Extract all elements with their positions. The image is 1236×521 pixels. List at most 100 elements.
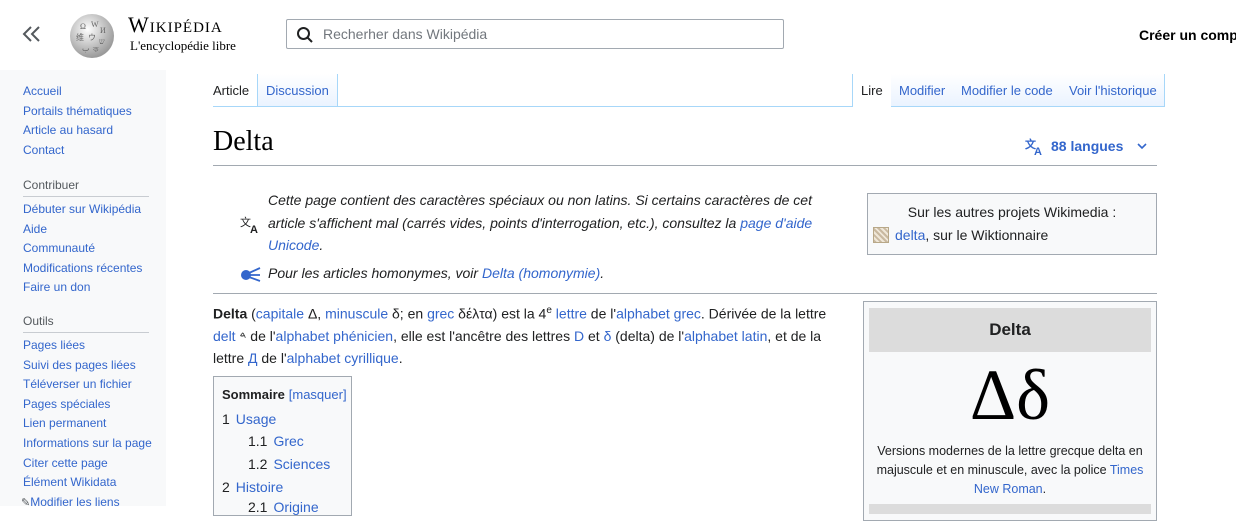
sidebar-item-modifications[interactable]: Modifications récentes <box>23 259 142 279</box>
link-alphabet-phenicien[interactable]: alphabet phénicien <box>276 328 394 344</box>
toc-item[interactable]: 1.1 Grec <box>248 433 304 449</box>
infobox-caption: Versions modernes de la lettre grecque d… <box>870 442 1150 499</box>
chevron-down-icon <box>1137 143 1147 150</box>
svg-text:A: A <box>250 224 258 234</box>
homonym-end: . <box>600 265 605 281</box>
sidebar-item-portails[interactable]: Portails thématiques <box>23 102 132 122</box>
intro-text: δ; en <box>388 305 428 322</box>
toc-item[interactable]: 1 Usage <box>222 411 276 427</box>
sidebar-item-suivi[interactable]: Suivi des pages liées <box>23 356 152 376</box>
tab-history[interactable]: Voir l'historique <box>1061 74 1165 106</box>
link-capitale[interactable]: capitale <box>256 306 304 322</box>
toc-item-number: 1.2 <box>248 456 268 472</box>
intro-text: lettre <box>213 350 249 367</box>
search-box[interactable] <box>286 19 784 49</box>
sidebar-item-informations[interactable]: Informations sur la page <box>23 434 152 454</box>
toc-item-label: Origine <box>273 499 319 515</box>
sidebar-item-hasard[interactable]: Article au hasard <box>23 121 132 141</box>
sidebar-item-citer[interactable]: Citer cette page <box>23 454 152 474</box>
link-lettre[interactable]: lettre <box>556 306 587 322</box>
sidebar-item-televerser[interactable]: Téléverser un fichier <box>23 375 152 395</box>
link-de-cyrillique[interactable]: Д <box>248 350 257 366</box>
tab-discussion[interactable]: Discussion <box>257 74 338 106</box>
special-chars-notice: Cette page contient des caractères spéci… <box>268 189 828 257</box>
search-input[interactable] <box>323 23 773 45</box>
svg-text:ウ: ウ <box>88 33 96 42</box>
sidebar-item-permanent[interactable]: Lien permanent <box>23 414 152 434</box>
tab-edit-code[interactable]: Modifier le code <box>953 74 1062 106</box>
tab-article[interactable]: Article <box>205 74 257 106</box>
translate-icon: 文A <box>1025 137 1042 158</box>
sidebar-item-wikidata[interactable]: Élément Wikidata <box>23 473 152 493</box>
svg-text:A: A <box>1034 146 1042 156</box>
toc-item-number: 1.1 <box>248 433 268 449</box>
intro-text: ( <box>247 305 256 322</box>
unicode-translate-icon: 文A <box>240 214 262 239</box>
sidebar-collapse-icon[interactable] <box>20 22 44 46</box>
sidebar-item-accueil[interactable]: Accueil <box>23 82 132 102</box>
sidebar: Accueil Portails thématiques Article au … <box>0 70 166 509</box>
svg-text:И: И <box>100 26 106 35</box>
link-alphabet-latin[interactable]: alphabet latin <box>684 328 767 344</box>
intro-text: , elle est l'ancêtre des lettres <box>393 327 574 344</box>
toc-item-label: Grec <box>273 433 304 449</box>
wordmark-title: Wikipédia <box>128 12 223 37</box>
wordmark[interactable]: Wikipédia L'encyclopédie libre <box>128 12 236 54</box>
link-grec[interactable]: grec <box>427 306 454 322</box>
toc-item[interactable]: 1.2 Sciences <box>248 456 330 472</box>
language-selector[interactable]: 文 A 88 langues <box>1025 136 1155 158</box>
toc-item-number: 2 <box>222 479 230 495</box>
tab-edit[interactable]: Modifier <box>891 74 955 106</box>
svg-text:ক: ক <box>92 45 99 54</box>
intro-text: , et de la <box>767 327 822 344</box>
infobox-glyphs: Δδ <box>969 355 1051 435</box>
tab-read[interactable]: Lire <box>852 74 892 107</box>
wiktionary-entry: delta, sur le Wiktionnaire <box>873 227 1048 243</box>
pencil-icon: ✎ <box>21 496 31 509</box>
svg-text:ب: ب <box>82 44 90 53</box>
homonym-link[interactable]: Delta (homonymie) <box>482 265 600 281</box>
sidebar-item-pages-liees[interactable]: Pages liées <box>23 336 152 356</box>
intro-text: . <box>398 350 403 367</box>
sidebar-item-modifier-liens[interactable]: ✎Modifier les liens <box>21 493 152 514</box>
toc-heading: Sommaire <box>222 387 285 402</box>
link-minuscule[interactable]: minuscule <box>325 306 388 322</box>
homonym-text: Pour les articles homonymes, voir <box>268 265 482 281</box>
link-alphabet-grec[interactable]: alphabet grec <box>616 306 701 322</box>
link-delt[interactable]: delt <box>213 328 236 344</box>
sidebar-heading-contribuer: Contribuer <box>23 178 149 197</box>
hatnote-divider <box>213 293 1157 294</box>
search-icon <box>297 27 313 43</box>
svg-text:ש: ש <box>99 37 105 46</box>
toc-item-label: Sciences <box>273 456 331 472</box>
sidebar-item-contact[interactable]: Contact <box>23 141 132 161</box>
wikipedia-logo[interactable]: ΩWИ 维ウש بক <box>66 11 118 59</box>
wiktionary-link[interactable]: delta <box>895 227 925 243</box>
page-title: Delta <box>213 126 274 157</box>
special-chars-line-1: Cette page contient des caractères spéci… <box>268 192 812 208</box>
create-account-link[interactable]: Créer un comp <box>1139 27 1236 43</box>
toc-item[interactable]: 2.1 Origine <box>248 499 319 515</box>
sidebar-heading-outils: Outils <box>23 314 149 333</box>
help-page-link[interactable]: page d'aide <box>740 215 812 231</box>
intro-paragraph: Delta (capitale Δ, minuscule δ; en grec … <box>213 300 843 370</box>
svg-text:维: 维 <box>76 32 84 42</box>
special-chars-end: . <box>319 237 324 253</box>
link-alphabet-cyrillique[interactable]: alphabet cyrillique <box>287 350 399 366</box>
homonym-notice: Pour les articles homonymes, voir Delta … <box>268 262 604 285</box>
unicode-link[interactable]: Unicode <box>268 237 319 253</box>
toc-toggle[interactable]: [masquer] <box>289 387 347 402</box>
toc-item-label: Usage <box>235 411 277 427</box>
sidebar-tools: Pages liées Suivi des pages liées Téléve… <box>21 336 152 514</box>
link-D[interactable]: D <box>574 328 584 344</box>
sidebar-item-modifier-liens-label: Modifier les liens <box>30 494 120 509</box>
sidebar-item-aide[interactable]: Aide <box>23 220 142 240</box>
toc-item[interactable]: 2 Histoire <box>222 479 283 495</box>
toc-item-label: Histoire <box>235 479 284 495</box>
tabs-baseline-right <box>851 106 1165 107</box>
sidebar-item-don[interactable]: Faire un don <box>23 278 142 298</box>
sidebar-item-speciales[interactable]: Pages spéciales <box>23 395 152 415</box>
other-projects-box: Sur les autres projets Wikimedia : delta… <box>867 193 1157 255</box>
sidebar-item-communaute[interactable]: Communauté <box>23 239 142 259</box>
sidebar-item-debuter[interactable]: Débuter sur Wikipédia <box>23 200 142 220</box>
